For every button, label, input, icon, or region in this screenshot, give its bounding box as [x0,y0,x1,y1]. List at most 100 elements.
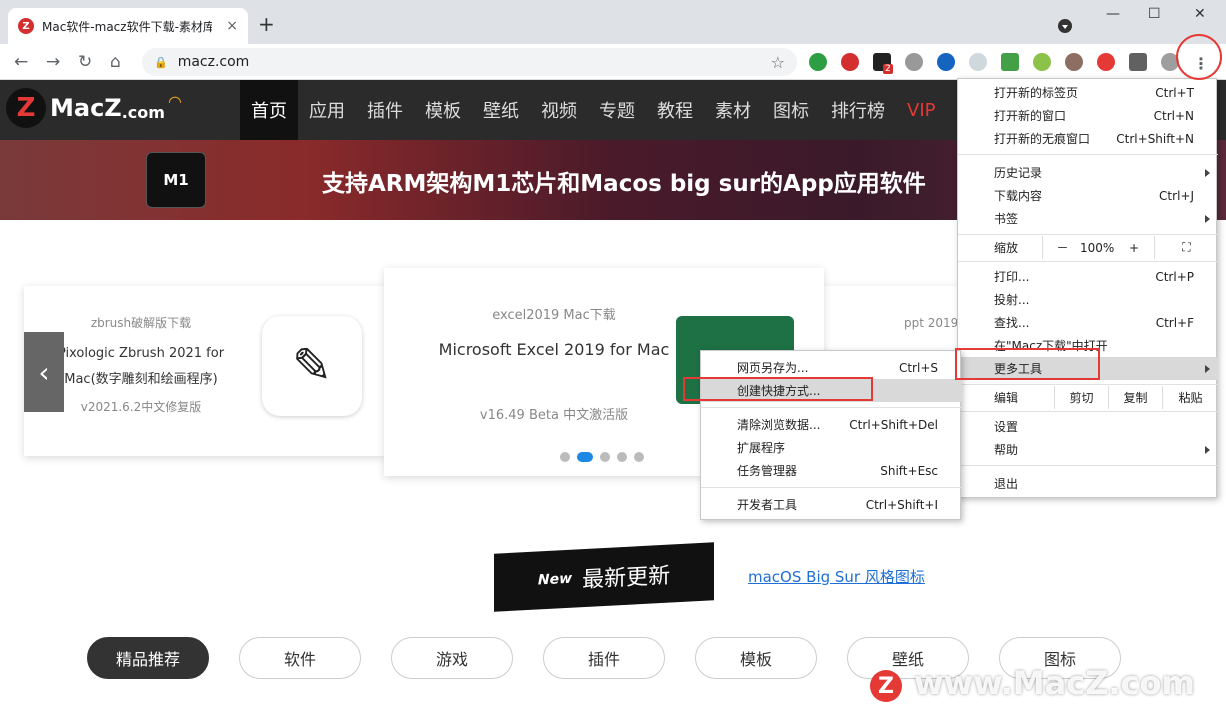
submenu-dev-tools[interactable]: 开发者工具 Ctrl+Shift+I [701,493,962,516]
menu-label: 打印... [994,270,1030,284]
menu-new-tab[interactable]: 打开新的标签页 Ctrl+T [958,81,1218,104]
menu-downloads[interactable]: 下载内容 Ctrl+J [958,184,1218,207]
carousel-dots [560,452,644,462]
back-button[interactable]: ← [14,52,28,72]
menu-label: 网页另存为... [737,361,809,375]
menu-print[interactable]: 打印... Ctrl+P [958,265,1218,288]
chrome-main-menu: 打开新的标签页 Ctrl+T 打开新的窗口 Ctrl+N 打开新的无痕窗口 Ctrl+… [957,78,1218,498]
extension-blue-icon[interactable] [937,53,955,71]
carousel-dot-active[interactable] [577,452,593,462]
browser-tab[interactable]: Z Mac软件-macz软件下载-素材库 × [8,8,248,44]
menu-shortcut: Ctrl+S [898,360,938,375]
filter-pill-plugins[interactable]: 插件 [543,637,665,679]
lock-icon[interactable]: 🔒 [154,56,168,69]
tab-search-icon[interactable] [1058,19,1072,33]
site-nav-plugins[interactable]: 插件 [356,80,414,140]
carousel-dot[interactable] [617,452,627,462]
extension-owl-icon[interactable] [1065,53,1083,71]
tab-close-icon[interactable]: × [226,18,238,34]
filter-pill-templates[interactable]: 模板 [695,637,817,679]
rss-icon[interactable]: ◠ [168,92,182,111]
extension-n-icon[interactable] [809,53,827,71]
menu-cast[interactable]: 投射... [958,288,1218,311]
url-text[interactable]: macz.com [178,54,250,70]
close-window-button[interactable]: ✕ [1194,6,1206,22]
home-button[interactable]: ⌂ [110,52,121,72]
minimize-button[interactable]: — [1106,6,1120,22]
extensions-puzzle-icon[interactable] [1129,53,1147,71]
extension-frog-icon[interactable] [1033,53,1051,71]
menu-label: 清除浏览数据... [737,418,821,432]
site-nav-materials[interactable]: 素材 [704,80,762,140]
extension-bolt-icon[interactable] [1097,53,1115,71]
section-new-label: New [537,570,573,589]
address-bar[interactable]: 🔒 macz.com ☆ [142,48,797,76]
filter-pill-games[interactable]: 游戏 [391,637,513,679]
menu-settings[interactable]: 设置 [958,415,1218,438]
site-logo[interactable]: Z MacZ .com [6,88,165,128]
maximize-button[interactable]: ☐ [1148,6,1161,22]
menu-find[interactable]: 查找... Ctrl+F [958,311,1218,334]
menu-help[interactable]: 帮助 [958,438,1218,461]
site-nav-templates[interactable]: 模板 [414,80,472,140]
big-sur-icons-link[interactable]: macOS Big Sur 风格图标 [748,566,925,587]
logo-z-icon: Z [6,88,46,128]
new-tab-button[interactable]: + [258,12,275,36]
menu-label: 帮助 [994,443,1019,457]
menu-divider [701,407,962,408]
filter-pill-software[interactable]: 软件 [239,637,361,679]
submenu-extensions[interactable]: 扩展程序 [701,436,962,459]
section-title: 最新更新 [582,563,671,594]
site-nav-videos[interactable]: 视频 [530,80,588,140]
site-nav-vip[interactable]: VIP [896,80,946,140]
card-tag: ppt 2019 [904,316,959,330]
site-nav-rankings[interactable]: 排行榜 [820,80,896,140]
zoom-out-button[interactable]: － [1042,236,1082,259]
site-nav-icons[interactable]: 图标 [762,80,820,140]
carousel-prev-button[interactable]: ‹ [24,332,64,412]
menu-history[interactable]: 历史记录 [958,161,1218,184]
annotation-circle [1176,34,1222,80]
extension-shield-icon[interactable] [969,53,987,71]
menu-label: 设置 [994,420,1019,434]
site-nav-apps[interactable]: 应用 [298,80,356,140]
reload-button[interactable]: ↻ [78,52,92,72]
menu-shortcut: Shift+Esc [880,463,938,478]
extension-shadow-icon[interactable] [905,53,923,71]
annotation-box-more-tools [955,348,1100,380]
fullscreen-icon[interactable]: ⛶ [1154,236,1218,259]
menu-new-window[interactable]: 打开新的窗口 Ctrl+N [958,104,1218,127]
tab-title: Mac软件-macz软件下载-素材库 [42,19,212,34]
menu-exit[interactable]: 退出 [958,472,1218,495]
submenu-task-manager[interactable]: 任务管理器 Shift+Esc [701,459,962,482]
menu-divider [701,487,962,488]
site-nav-home[interactable]: 首页 [240,80,298,140]
bookmark-star-icon[interactable]: ☆ [771,53,785,72]
menu-divider [958,411,1218,412]
carousel-card-zbrush[interactable]: zbrush破解版下载 Pixologic Zbrush 2021 for Ma… [24,286,384,456]
more-tools-submenu: 网页另存为... Ctrl+S 创建快捷方式... 清除浏览数据... Ctrl+S… [700,350,962,520]
submenu-clear-data[interactable]: 清除浏览数据... Ctrl+Shift+Del [701,413,962,436]
extension-green-icon[interactable] [1001,53,1019,71]
browser-toolbar: ← → ↻ ⌂ 🔒 macz.com ☆ 2 ⋮ [0,44,1226,80]
paste-button[interactable]: 粘贴 [1162,386,1218,409]
carousel-dot[interactable] [634,452,644,462]
forward-button[interactable]: → [46,52,60,72]
site-nav-tutorials[interactable]: 教程 [646,80,704,140]
menu-bookmarks[interactable]: 书签 [958,207,1218,230]
submenu-arrow-icon [1205,364,1210,373]
cut-button[interactable]: 剪切 [1054,386,1108,409]
zoom-in-button[interactable]: + [1122,241,1146,255]
menu-new-incognito[interactable]: 打开新的无痕窗口 Ctrl+Shift+N [958,127,1218,150]
carousel-dot[interactable] [560,452,570,462]
filter-pill-featured[interactable]: 精品推荐 [87,637,209,679]
submenu-save-page[interactable]: 网页另存为... Ctrl+S [701,356,962,379]
carousel-dot[interactable] [600,452,610,462]
site-nav-wallpapers[interactable]: 壁纸 [472,80,530,140]
menu-label: 打开新的窗口 [994,109,1067,123]
site-favicon-icon: Z [18,18,34,34]
extension-adblock-icon[interactable] [841,53,859,71]
copy-button[interactable]: 复制 [1108,386,1162,409]
site-nav-topics[interactable]: 专题 [588,80,646,140]
menu-shortcut: Ctrl+Shift+N [1116,131,1194,146]
